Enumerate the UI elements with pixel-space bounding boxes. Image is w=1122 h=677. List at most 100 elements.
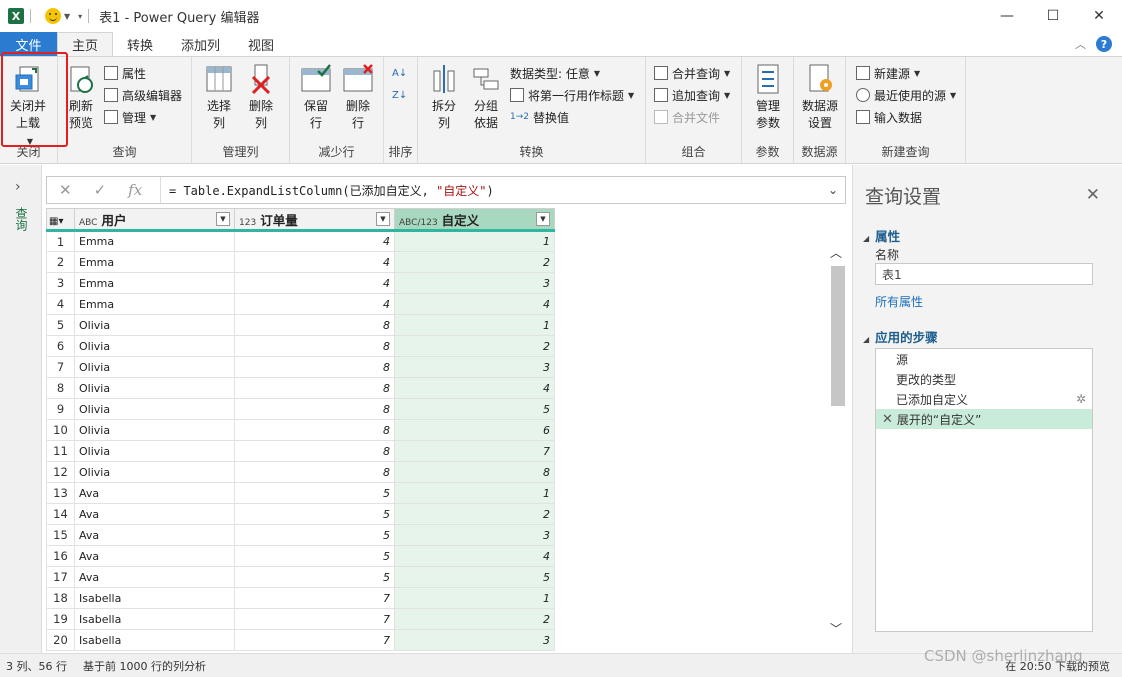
formula-input[interactable]: = Table.ExpandListColumn(已添加自定义, "自定义")	[161, 182, 821, 199]
cell-orders[interactable]: 8	[234, 398, 395, 420]
table-row[interactable]: 4 Emma 4 4	[46, 293, 555, 315]
sort-descending-button[interactable]: Z↓	[392, 85, 407, 105]
cell-user[interactable]: Ava	[74, 482, 235, 504]
table-row[interactable]: 13 Ava 5 1	[46, 482, 555, 504]
cell-orders[interactable]: 5	[234, 524, 395, 546]
cell-orders[interactable]: 8	[234, 356, 395, 378]
cell-orders[interactable]: 4	[234, 230, 395, 252]
cell-user[interactable]: Olivia	[74, 377, 235, 399]
cell-custom[interactable]: 3	[394, 356, 555, 378]
cell-orders[interactable]: 5	[234, 566, 395, 588]
combine-files-button[interactable]: 合并文件	[654, 107, 720, 127]
row-number[interactable]: 5	[46, 314, 75, 336]
cell-user[interactable]: Olivia	[74, 356, 235, 378]
maximize-button[interactable]: ☐	[1030, 0, 1076, 32]
delete-step-icon[interactable]: ✕	[882, 412, 893, 427]
cell-custom[interactable]: 1	[394, 230, 555, 252]
column-header-user[interactable]: ABC 用户 ▼	[74, 208, 235, 232]
cell-orders[interactable]: 4	[234, 272, 395, 294]
table-row[interactable]: 19 Isabella 7 2	[46, 608, 555, 630]
cell-orders[interactable]: 8	[234, 377, 395, 399]
tab-add-column[interactable]: 添加列	[167, 32, 234, 56]
table-row[interactable]: 3 Emma 4 3	[46, 272, 555, 294]
scroll-up-icon[interactable]: ︿	[830, 244, 842, 261]
row-number[interactable]: 3	[46, 272, 75, 294]
cell-custom[interactable]: 2	[394, 503, 555, 525]
close-icon[interactable]: ✕	[1086, 185, 1100, 205]
feedback-smiley-icon[interactable]	[45, 8, 61, 24]
cell-user[interactable]: Olivia	[74, 335, 235, 357]
table-row[interactable]: 2 Emma 4 2	[46, 251, 555, 273]
step-item[interactable]: 更改的类型	[876, 369, 1092, 389]
row-number[interactable]: 7	[46, 356, 75, 378]
manage-parameters-button[interactable]: 管理 参数	[746, 63, 790, 132]
advanced-editor-button[interactable]: 高级编辑器	[104, 85, 182, 105]
cell-orders[interactable]: 5	[234, 503, 395, 525]
enter-data-button[interactable]: 输入数据	[856, 107, 922, 127]
step-item-selected[interactable]: ✕ 展开的“自定义”	[876, 409, 1092, 429]
cell-user[interactable]: Emma	[74, 272, 235, 294]
cell-custom[interactable]: 1	[394, 314, 555, 336]
row-number[interactable]: 16	[46, 545, 75, 567]
expand-formula-icon[interactable]: ⌄	[821, 183, 845, 197]
cell-user[interactable]: Olivia	[74, 461, 235, 483]
cell-custom[interactable]: 4	[394, 377, 555, 399]
merge-queries-button[interactable]: 合并查询 ▼	[654, 63, 730, 83]
cell-user[interactable]: Emma	[74, 230, 235, 252]
queries-pane-label[interactable]: 查询	[13, 207, 30, 231]
row-number[interactable]: 14	[46, 503, 75, 525]
row-number[interactable]: 2	[46, 251, 75, 273]
cell-custom[interactable]: 2	[394, 251, 555, 273]
row-number[interactable]: 13	[46, 482, 75, 504]
cell-custom[interactable]: 3	[394, 272, 555, 294]
recent-sources-button[interactable]: 最近使用的源 ▼	[856, 85, 956, 105]
cell-user[interactable]: Emma	[74, 251, 235, 273]
row-number[interactable]: 4	[46, 293, 75, 315]
step-item[interactable]: 已添加自定义 ✲	[876, 389, 1092, 409]
filter-dropdown-icon[interactable]: ▼	[376, 212, 390, 226]
table-row[interactable]: 15 Ava 5 3	[46, 524, 555, 546]
append-queries-button[interactable]: 追加查询 ▼	[654, 85, 730, 105]
table-row[interactable]: 11 Olivia 8 7	[46, 440, 555, 462]
table-row[interactable]: 8 Olivia 8 4	[46, 377, 555, 399]
cell-user[interactable]: Emma	[74, 293, 235, 315]
table-row[interactable]: 12 Olivia 8 8	[46, 461, 555, 483]
table-row[interactable]: 14 Ava 5 2	[46, 503, 555, 525]
cell-custom[interactable]: 6	[394, 419, 555, 441]
table-row[interactable]: 9 Olivia 8 5	[46, 398, 555, 420]
column-header-orders[interactable]: 123 订单量 ▼	[234, 208, 395, 232]
row-number[interactable]: 12	[46, 461, 75, 483]
chevron-down-icon[interactable]: ▼	[64, 12, 70, 21]
cell-orders[interactable]: 7	[234, 608, 395, 630]
step-item[interactable]: 源	[876, 349, 1092, 369]
gear-icon[interactable]: ✲	[1076, 392, 1086, 406]
table-row[interactable]: 18 Isabella 7 1	[46, 587, 555, 609]
cell-orders[interactable]: 5	[234, 545, 395, 567]
cell-user[interactable]: Ava	[74, 524, 235, 546]
cell-custom[interactable]: 1	[394, 482, 555, 504]
customize-toolbar-icon[interactable]: ▾	[78, 12, 82, 21]
cell-custom[interactable]: 2	[394, 608, 555, 630]
sort-ascending-button[interactable]: A↓	[392, 63, 407, 83]
keep-rows-button[interactable]: 保留 行	[296, 63, 336, 132]
table-row[interactable]: 6 Olivia 8 2	[46, 335, 555, 357]
cell-custom[interactable]: 4	[394, 293, 555, 315]
cell-custom[interactable]: 8	[394, 461, 555, 483]
group-by-button[interactable]: 分组 依据	[466, 63, 506, 132]
cancel-icon[interactable]: ✕	[59, 181, 72, 199]
cell-orders[interactable]: 7	[234, 587, 395, 609]
cell-user[interactable]: Isabella	[74, 608, 235, 630]
cell-user[interactable]: Olivia	[74, 419, 235, 441]
cell-orders[interactable]: 8	[234, 314, 395, 336]
remove-rows-button[interactable]: 删除 行	[338, 63, 378, 132]
chevron-right-icon[interactable]: ›	[15, 179, 21, 195]
cell-orders[interactable]: 7	[234, 629, 395, 651]
cell-user[interactable]: Olivia	[74, 440, 235, 462]
all-properties-link[interactable]: 所有属性	[875, 293, 923, 310]
cell-orders[interactable]: 5	[234, 482, 395, 504]
cell-user[interactable]: Isabella	[74, 587, 235, 609]
cell-orders[interactable]: 8	[234, 461, 395, 483]
table-row[interactable]: 5 Olivia 8 1	[46, 314, 555, 336]
cell-user[interactable]: Ava	[74, 566, 235, 588]
row-number[interactable]: 9	[46, 398, 75, 420]
